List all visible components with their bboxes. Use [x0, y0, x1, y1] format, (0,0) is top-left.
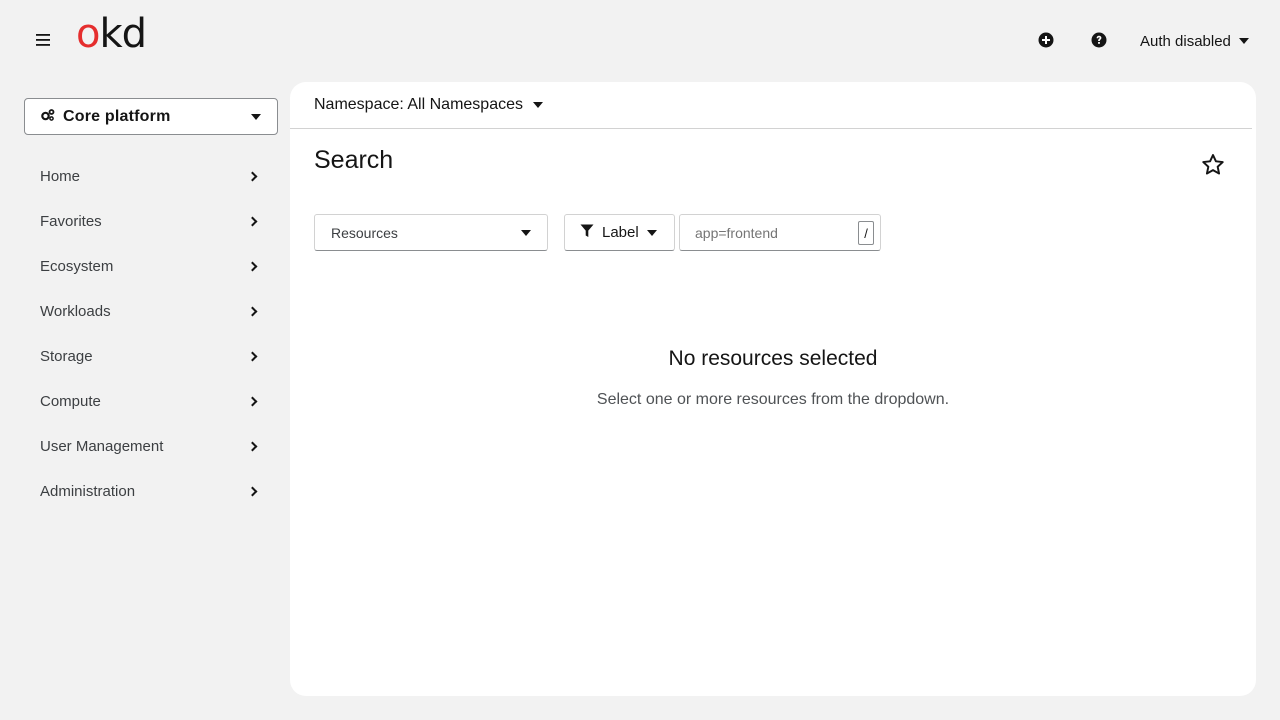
okd-logo[interactable]: o kd — [76, 11, 147, 57]
caret-down-icon — [532, 102, 543, 108]
resources-select[interactable]: Resources — [314, 214, 548, 251]
chevron-right-icon — [247, 396, 258, 407]
namespace-bar: Namespace: All Namespaces — [290, 82, 1252, 129]
namespace-dropdown[interactable]: Namespace: All Namespaces — [314, 96, 543, 114]
chevron-right-icon — [247, 171, 258, 182]
empty-state-title: No resources selected — [668, 347, 878, 370]
main-content: Namespace: All Namespaces Search Resourc… — [290, 82, 1256, 696]
sidebar-item-favorites[interactable]: Favorites — [24, 199, 278, 244]
user-label: Auth disabled — [1140, 32, 1231, 50]
sidebar-item-label: Workloads — [40, 303, 111, 320]
filter-type-dropdown[interactable]: Label — [564, 214, 675, 251]
perspective-label: Core platform — [63, 107, 171, 125]
chevron-right-icon — [247, 261, 258, 272]
user-menu-toggle[interactable]: Auth disabled — [1140, 30, 1249, 52]
caret-down-icon — [646, 229, 657, 236]
page-title: Search — [314, 146, 394, 174]
chevron-right-icon — [247, 306, 258, 317]
sidebar-item-label: Ecosystem — [40, 258, 114, 275]
sidebar-item-label: Favorites — [40, 213, 102, 230]
logo-letters-kd: kd — [99, 11, 147, 57]
caret-down-icon — [1238, 38, 1249, 44]
nav-list: Home Favorites Ecosystem Workloads Stora… — [24, 154, 278, 514]
sidebar-item-label: Home — [40, 168, 81, 185]
filter-icon — [580, 224, 594, 242]
sidebar-item-label: Administration — [40, 483, 136, 500]
sidebar-item-label: Storage — [40, 348, 93, 365]
sidebar-item-user-management[interactable]: User Management — [24, 424, 278, 469]
add-icon[interactable] — [1037, 31, 1055, 49]
sidebar-item-label: Compute — [40, 393, 101, 410]
sidebar: Core platform Home Favorites Ecosystem W… — [0, 82, 290, 720]
sidebar-item-compute[interactable]: Compute — [24, 379, 278, 424]
caret-down-icon — [251, 113, 261, 120]
sidebar-item-storage[interactable]: Storage — [24, 334, 278, 379]
sidebar-item-label: User Management — [40, 438, 164, 455]
cogs-icon — [41, 108, 55, 126]
label-input-group: / — [679, 214, 881, 251]
sidebar-item-home[interactable]: Home — [24, 154, 278, 199]
filter-label: Label — [602, 224, 639, 241]
logo-letter-o: o — [76, 11, 101, 57]
resources-placeholder: Resources — [331, 224, 398, 241]
chevron-right-icon — [247, 216, 258, 227]
sidebar-item-workloads[interactable]: Workloads — [24, 289, 278, 334]
keyboard-shortcut-hint: / — [858, 221, 874, 245]
menu-icon[interactable] — [34, 31, 52, 49]
caret-down-icon — [521, 229, 531, 236]
masthead: o kd Auth disabled — [0, 0, 1280, 82]
star-icon[interactable] — [1200, 152, 1226, 178]
sidebar-item-administration[interactable]: Administration — [24, 469, 278, 514]
empty-state-body: Select one or more resources from the dr… — [596, 391, 950, 408]
namespace-label: Namespace: All Namespaces — [314, 96, 523, 113]
perspective-switcher[interactable]: Core platform — [24, 98, 278, 135]
label-search-input[interactable] — [680, 215, 850, 250]
chevron-right-icon — [247, 486, 258, 497]
help-icon[interactable] — [1090, 31, 1108, 49]
sidebar-item-ecosystem[interactable]: Ecosystem — [24, 244, 278, 289]
chevron-right-icon — [247, 351, 258, 362]
chevron-right-icon — [247, 441, 258, 452]
